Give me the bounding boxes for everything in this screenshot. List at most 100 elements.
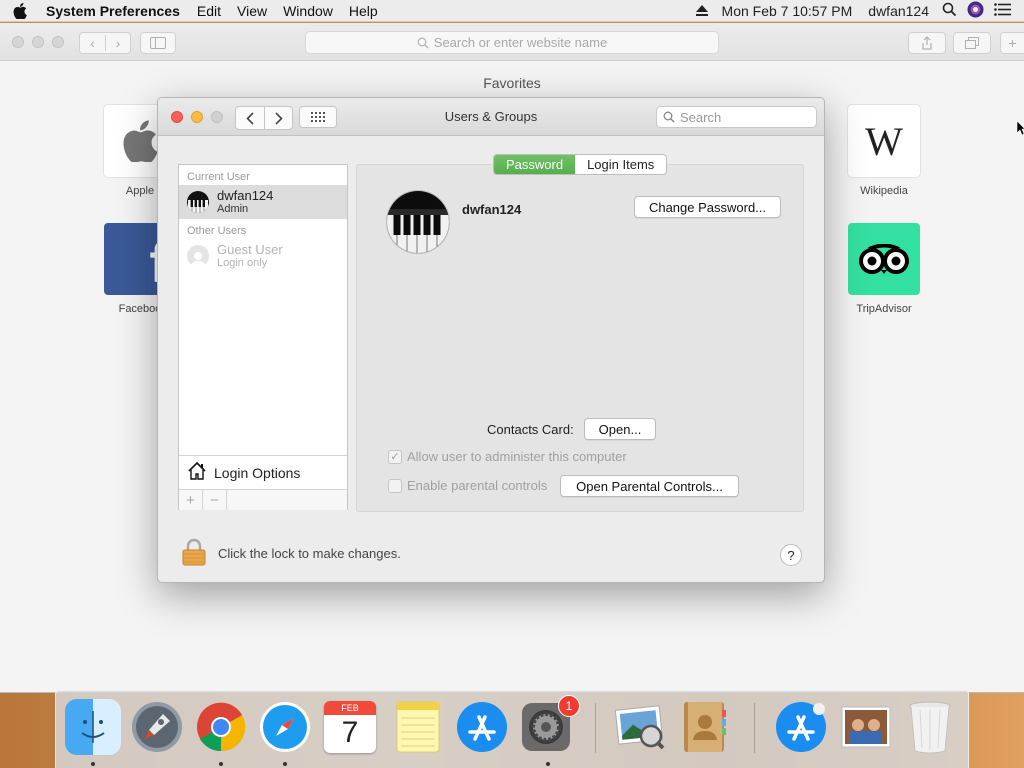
search-icon [663, 111, 675, 123]
safari-back-forward[interactable]: ‹ › [79, 32, 131, 54]
running-indicator [283, 762, 287, 766]
search-placeholder: Search [680, 109, 722, 125]
notes-icon[interactable] [390, 699, 446, 755]
siri-icon[interactable] [964, 1, 987, 21]
mouse-cursor-icon [1016, 120, 1024, 138]
calendar-month: FEB [324, 701, 376, 715]
url-placeholder: Search or enter website name [433, 35, 608, 50]
favorites-title: Favorites [483, 75, 541, 91]
notification-badge: 1 [558, 695, 580, 717]
favorite-wikipedia[interactable]: W Wikipedia [848, 105, 920, 197]
favorite-tripadvisor[interactable]: TripAdvisor [848, 223, 920, 315]
lock-icon[interactable] [182, 538, 206, 569]
contacts-card-label: Contacts Card: [487, 422, 574, 437]
prefs-window-controls [171, 111, 223, 123]
launchpad-icon[interactable] [129, 699, 185, 755]
guest-user-avatar-icon [187, 245, 209, 267]
menu-help[interactable]: Help [341, 3, 386, 19]
menubar-user[interactable]: dwfan124 [862, 3, 935, 19]
dock-separator [595, 703, 596, 753]
open-parental-controls-button[interactable]: Open Parental Controls... [560, 475, 739, 497]
safari-close-button[interactable] [12, 36, 24, 48]
login-options-label: Login Options [214, 464, 301, 481]
allow-admin-checkbox[interactable]: ✓ [388, 449, 402, 464]
tripadvisor-owl-icon [848, 223, 920, 295]
menubar-clock[interactable]: Mon Feb 7 10:57 PM [716, 3, 859, 19]
running-indicator [91, 762, 95, 766]
tabs-overview-icon[interactable] [953, 32, 991, 54]
dock: FEB 7 1 [55, 690, 969, 768]
menu-window[interactable]: Window [275, 3, 341, 19]
menu-bar: System Preferences Edit View Window Help… [0, 0, 1024, 22]
minimize-button[interactable] [191, 111, 203, 123]
user-row-dwfan124[interactable]: dwfan124 Admin [179, 185, 347, 219]
favorite-label: Wikipedia [860, 185, 908, 197]
new-tab-plus-icon[interactable]: + [1000, 32, 1024, 54]
safari-minimize-button[interactable] [32, 36, 44, 48]
safari-zoom-button[interactable] [52, 36, 64, 48]
prefs-back-forward [235, 106, 293, 130]
running-indicator [546, 762, 550, 766]
user-row-guest[interactable]: Guest User Login only [179, 239, 347, 273]
share-icon[interactable] [908, 32, 946, 54]
apple-menu-icon[interactable] [0, 2, 40, 19]
trash-icon[interactable] [902, 699, 958, 755]
back-chevron-icon[interactable] [236, 107, 264, 129]
show-all-grid-icon[interactable] [299, 106, 337, 128]
forward-chevron-icon[interactable] [264, 107, 292, 129]
tab-login-items[interactable]: Login Items [575, 155, 666, 174]
user-name: dwfan124 [217, 188, 274, 203]
safari-icon[interactable] [257, 699, 313, 755]
dock-separator [754, 703, 755, 753]
user-list: Current User dwfan124 Admin Other Users … [178, 164, 348, 510]
eject-icon[interactable] [692, 3, 712, 19]
chrome-icon[interactable] [193, 699, 249, 755]
app-store-icon[interactable] [454, 699, 510, 755]
user-picture[interactable] [387, 191, 449, 253]
finder-icon[interactable] [65, 699, 121, 755]
remove-user-button[interactable]: − [203, 490, 227, 510]
piano-avatar-icon [387, 191, 449, 253]
zoom-button[interactable] [211, 111, 223, 123]
user-detail-pane: Password Login Items dwfan124 Change Pas… [356, 154, 804, 512]
wikipedia-logo-icon: W [848, 105, 920, 177]
close-button[interactable] [171, 111, 183, 123]
safari-toolbar: ‹ › Search or enter website name + [0, 23, 1024, 61]
parental-controls-label: Enable parental controls [407, 478, 548, 493]
url-bar[interactable]: Search or enter website name [305, 31, 719, 54]
open-contacts-button[interactable]: Open... [584, 418, 656, 440]
parental-controls-row: Enable parental controls [388, 478, 547, 493]
detail-tabs: Password Login Items [493, 154, 668, 175]
piano-avatar-icon [187, 191, 209, 213]
other-users-header: Other Users [187, 225, 247, 237]
app-menu-system-preferences[interactable]: System Preferences [40, 3, 189, 19]
calendar-icon[interactable]: FEB 7 [324, 701, 376, 753]
menu-view[interactable]: View [229, 3, 275, 19]
add-user-button[interactable]: + [179, 490, 203, 510]
notification-center-icon[interactable] [991, 2, 1014, 19]
login-options-row[interactable]: Login Options [179, 455, 347, 489]
detail-user-name: dwfan124 [462, 202, 522, 217]
add-remove-bar: + − [179, 489, 347, 510]
contacts-icon[interactable] [676, 699, 732, 755]
menu-edit[interactable]: Edit [189, 3, 229, 19]
current-user-header: Current User [187, 171, 250, 183]
spotlight-search-icon[interactable] [939, 2, 960, 20]
tab-password[interactable]: Password [494, 155, 576, 174]
parental-controls-checkbox[interactable] [388, 478, 402, 493]
sidebar-toggle-icon[interactable] [140, 32, 176, 54]
search-icon [417, 37, 429, 48]
back-chevron-icon[interactable]: ‹ [80, 35, 105, 51]
favorite-label: TripAdvisor [856, 303, 912, 315]
help-button[interactable]: ? [780, 544, 802, 566]
forward-chevron-icon[interactable]: › [104, 35, 130, 51]
preview-icon[interactable] [612, 699, 668, 755]
system-preferences-icon[interactable]: 1 [518, 695, 580, 755]
running-indicator [219, 762, 223, 766]
user-name: Guest User [217, 242, 283, 257]
change-password-button[interactable]: Change Password... [634, 196, 781, 218]
users-groups-window: Users & Groups Search Current User dwfan… [157, 97, 825, 583]
photos-stack-icon[interactable] [838, 699, 894, 755]
app-store-download-icon[interactable] [773, 699, 829, 755]
prefs-search-field[interactable]: Search [656, 106, 817, 128]
